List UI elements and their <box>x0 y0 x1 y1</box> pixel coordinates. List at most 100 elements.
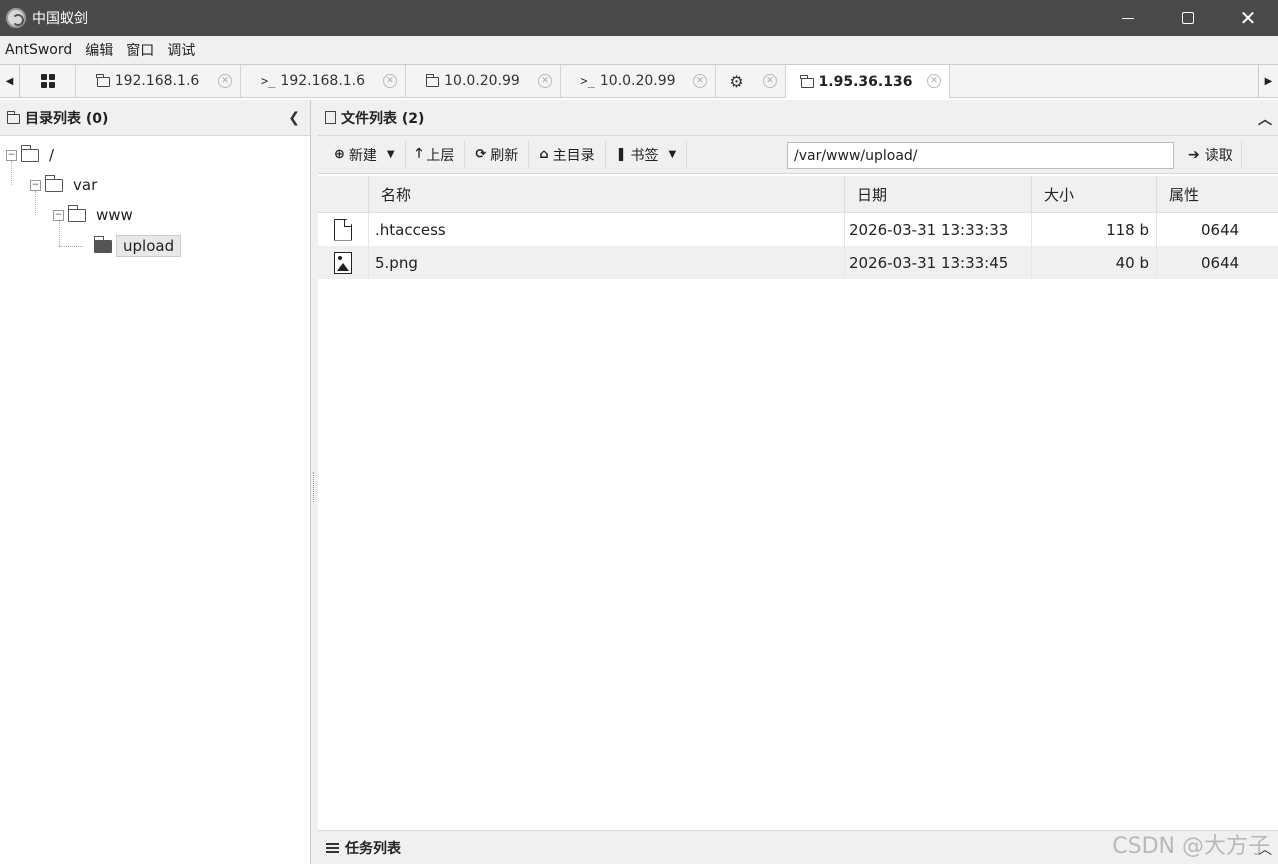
folder-icon <box>20 144 39 162</box>
terminal-icon: >_ <box>580 74 595 88</box>
panel-splitter[interactable] <box>311 100 318 864</box>
file-date: 2026-03-31 13:33:33 <box>845 213 1032 246</box>
gear-icon: ⚙ <box>729 71 744 91</box>
tab-scroll-right-button[interactable]: ▶ <box>1258 65 1278 97</box>
menu-window[interactable]: 窗口 <box>121 40 162 60</box>
up-label: 上层 <box>426 147 455 164</box>
file-icon <box>334 218 352 241</box>
file-row[interactable]: 5.png 2026-03-31 13:33:45 40 b 0644 <box>318 246 1278 279</box>
tab-files-10-0-20-99[interactable]: 10.0.20.99 ✕ <box>406 65 561 97</box>
refresh-label: 刷新 <box>490 147 519 164</box>
tab-home[interactable] <box>20 65 76 97</box>
tab-label: 1.95.36.136 <box>818 73 913 90</box>
collapse-left-icon[interactable]: ❮ <box>288 110 300 126</box>
image-file-icon <box>334 251 352 274</box>
tree-node-var[interactable]: − var <box>30 174 98 194</box>
parent-dir-button[interactable]: 🡑 上层 <box>406 140 466 169</box>
terminal-icon: >_ <box>260 74 276 88</box>
home-icon: ⌂ <box>539 147 549 162</box>
folder-icon <box>96 74 110 87</box>
file-name: 5.png <box>369 246 845 279</box>
tab-close-icon[interactable]: ✕ <box>383 74 397 88</box>
folder-icon <box>6 110 20 124</box>
tab-close-icon[interactable]: ✕ <box>927 74 941 88</box>
directory-panel-title: 目录列表 (0) <box>25 110 109 127</box>
tree-collapse-icon[interactable]: − <box>53 209 64 221</box>
tab-close-icon[interactable]: ✕ <box>693 74 707 88</box>
menu-edit[interactable]: 编辑 <box>80 40 121 60</box>
tree-collapse-icon[interactable]: − <box>6 149 17 161</box>
tree-node-label: upload <box>116 235 182 257</box>
tree-node-label: var <box>73 176 98 194</box>
folder-open-icon <box>93 235 112 253</box>
column-header-name[interactable]: 名称 <box>369 176 845 213</box>
minimize-button[interactable] <box>1098 0 1158 36</box>
column-header-date[interactable]: 日期 <box>845 176 1032 213</box>
plus-circle-icon: ⊕ <box>334 147 345 162</box>
tab-scroll-left-button[interactable]: ◀ <box>0 65 20 97</box>
home-label: 主目录 <box>552 147 595 164</box>
tree-node-upload[interactable]: upload <box>90 235 182 257</box>
folder-icon <box>425 74 440 87</box>
refresh-button[interactable]: ⟳ 刷新 <box>465 140 530 169</box>
file-size: 40 b <box>1032 246 1157 279</box>
folder-icon <box>44 174 63 192</box>
close-window-button[interactable]: ✕ <box>1218 0 1278 36</box>
window-controls: ✕ <box>1098 0 1278 36</box>
file-panel: 文件列表 (2) ︿ ⊕ 新建 ▼ 🡑 上层 ⟳ 刷新 ⌂ 主目录 ❚ 书签 ▼… <box>318 100 1278 824</box>
tab-settings[interactable]: ⚙ ✕ <box>716 65 786 97</box>
bookmark-icon: ❚ <box>615 147 627 162</box>
file-attr: 0644 <box>1201 253 1240 272</box>
window-title: 中国蚁剑 <box>32 11 88 27</box>
tab-label: 192.168.1.6 <box>114 73 200 89</box>
tab-close-icon[interactable]: ✕ <box>218 74 232 88</box>
menu-antsword[interactable]: AntSword <box>0 42 80 58</box>
caret-down-icon: ▼ <box>386 149 395 160</box>
caret-down-icon: ▼ <box>668 149 677 160</box>
tab-terminal-10-0-20-99[interactable]: >_ 10.0.20.99 ✕ <box>561 65 716 97</box>
file-grid-header: 名称 日期 大小 属性 <box>318 176 1278 213</box>
antsword-logo-icon <box>6 8 26 28</box>
new-button[interactable]: ⊕ 新建 ▼ <box>318 140 406 169</box>
bookmark-button[interactable]: ❚ 书签 ▼ <box>606 140 688 169</box>
file-name: .htaccess <box>369 213 845 246</box>
file-toolbar: ⊕ 新建 ▼ 🡑 上层 ⟳ 刷新 ⌂ 主目录 ❚ 书签 ▼ ➔ 读取 <box>318 136 1278 174</box>
title-bar: 中国蚁剑 ✕ <box>0 0 1278 36</box>
tree-node-label: / <box>49 146 55 164</box>
directory-panel-header: 目录列表 (0) ❮ <box>0 100 310 136</box>
tab-files-192-168-1-6[interactable]: 192.168.1.6 ✕ <box>76 65 241 97</box>
folder-icon <box>800 74 814 88</box>
arrow-up-icon: 🡑 <box>415 145 423 161</box>
column-header-icon <box>318 176 369 213</box>
bookmark-label: 书签 <box>630 147 659 164</box>
file-size: 118 b <box>1032 213 1157 246</box>
menu-debug[interactable]: 调试 <box>162 40 203 60</box>
tree-node-label: www <box>96 206 133 224</box>
watermark: CSDN @大方子 <box>1112 834 1270 859</box>
tree-collapse-icon[interactable]: − <box>30 179 41 191</box>
read-path-button[interactable]: ➔ 读取 <box>1180 141 1242 169</box>
tab-label: 192.168.1.6 <box>280 73 366 89</box>
tree-node-root[interactable]: − / <box>6 144 55 164</box>
tree-node-www[interactable]: − www <box>53 204 133 224</box>
file-panel-header: 文件列表 (2) ︿ <box>318 100 1278 136</box>
refresh-icon: ⟳ <box>475 147 487 162</box>
tab-close-icon[interactable]: ✕ <box>763 74 777 88</box>
maximize-button[interactable] <box>1158 0 1218 36</box>
tab-label: 10.0.20.99 <box>599 73 676 89</box>
home-dir-button[interactable]: ⌂ 主目录 <box>529 140 606 169</box>
tab-close-icon[interactable]: ✕ <box>538 74 552 88</box>
path-input[interactable] <box>787 142 1174 169</box>
arrow-right-icon: ➔ <box>1188 147 1200 163</box>
tab-files-1-95-36-136[interactable]: 1.95.36.136 ✕ <box>786 65 950 98</box>
file-row[interactable]: .htaccess 2026-03-31 13:33:33 118 b 0644 <box>318 213 1278 246</box>
tab-terminal-192-168-1-6[interactable]: >_ 192.168.1.6 ✕ <box>241 65 406 97</box>
file-icon <box>325 111 336 124</box>
list-icon <box>326 842 339 853</box>
collapse-up-icon[interactable]: ︿ <box>1258 109 1272 129</box>
menu-bar: AntSword 编辑 窗口 调试 <box>0 36 1278 64</box>
dashboard-grid-icon <box>40 74 55 88</box>
file-date: 2026-03-31 13:33:45 <box>845 246 1032 279</box>
column-header-size[interactable]: 大小 <box>1032 176 1157 213</box>
column-header-attr[interactable]: 属性 <box>1157 176 1278 213</box>
